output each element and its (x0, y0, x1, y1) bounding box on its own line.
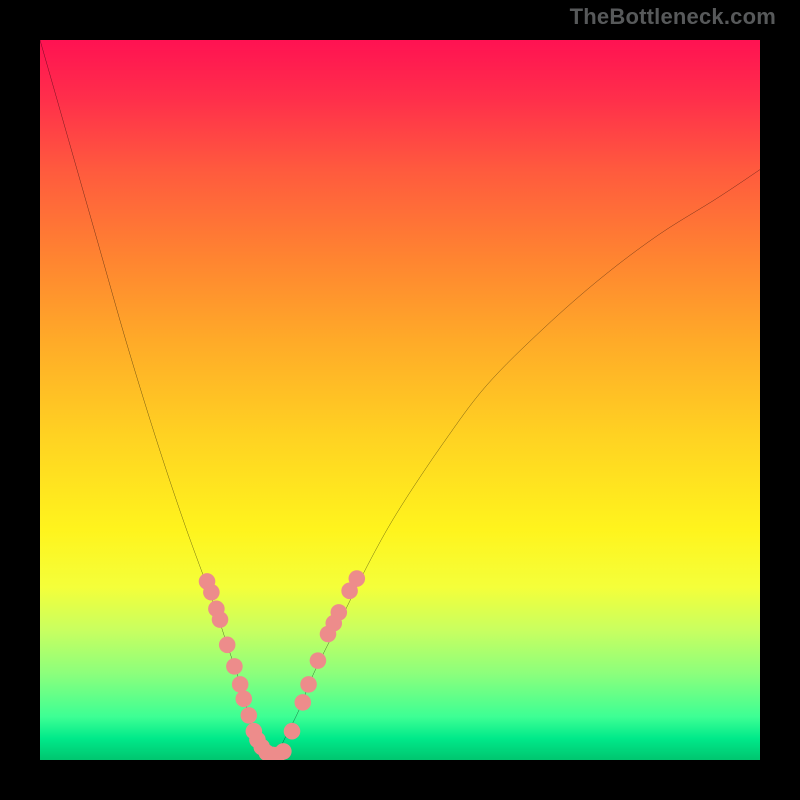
data-marker (310, 652, 327, 669)
chart-container: TheBottleneck.com (0, 0, 800, 800)
markers-group (199, 570, 365, 760)
watermark-text: TheBottleneck.com (570, 6, 776, 28)
data-marker (275, 743, 292, 760)
data-marker (226, 658, 243, 675)
data-marker (235, 691, 252, 708)
data-marker (295, 694, 312, 711)
data-marker (349, 570, 366, 587)
data-marker (232, 676, 249, 693)
data-marker (212, 611, 229, 628)
data-marker (241, 707, 258, 724)
data-marker (219, 637, 236, 654)
data-marker (203, 584, 220, 601)
data-marker (331, 604, 348, 621)
marker-layer (40, 40, 760, 760)
plot-area (40, 40, 760, 760)
data-marker (300, 676, 317, 693)
data-marker (284, 723, 301, 740)
